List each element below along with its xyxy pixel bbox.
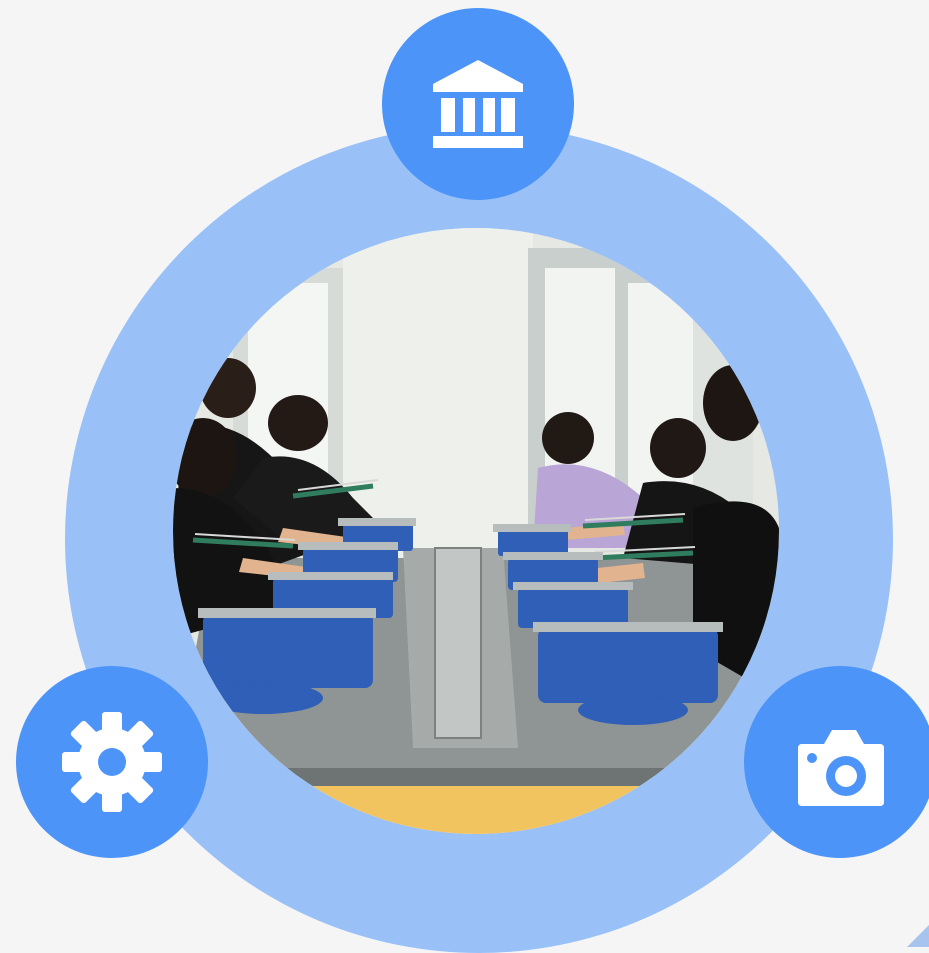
camera-badge [744, 666, 929, 858]
bank-icon [433, 60, 523, 148]
settings-badge [16, 666, 208, 858]
workshop-photo-illustration [173, 228, 779, 834]
corner-decoration [907, 925, 929, 947]
bank-badge [382, 8, 574, 200]
workshop-photo [173, 228, 779, 834]
gear-icon [62, 712, 162, 812]
camera-icon [798, 730, 884, 806]
